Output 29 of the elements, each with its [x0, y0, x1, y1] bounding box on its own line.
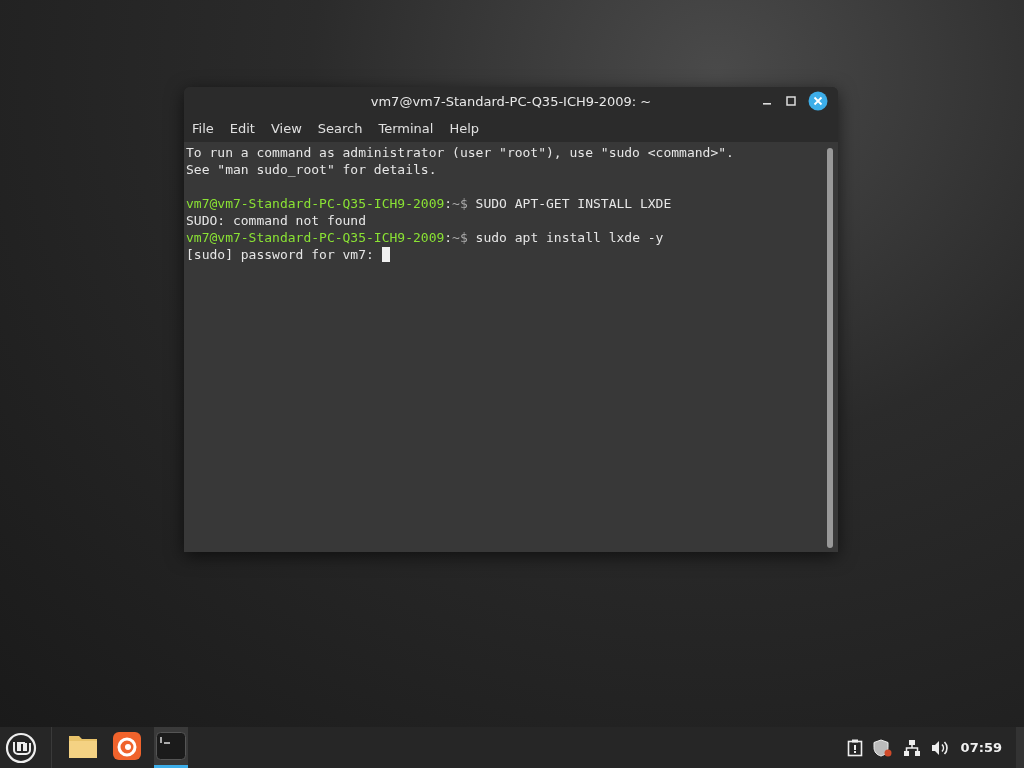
terminal-output: To run a command as administrator (user "root"), use "sudo <command>". — [186, 145, 734, 160]
network-icon[interactable] — [902, 738, 921, 757]
close-icon[interactable] — [808, 91, 828, 111]
prompt-path: ~$ — [452, 196, 468, 211]
terminal-output: See "man sudo_root" for details. — [186, 162, 437, 177]
window-title: vm7@vm7-Standard-PC-Q35-ICH9-2009: ~ — [370, 93, 652, 109]
terminal-icon[interactable] — [154, 727, 188, 768]
terminal-command: SUDO APT-GET INSTALL LXDE — [475, 196, 672, 211]
menu-item[interactable]: Help — [449, 121, 488, 136]
menu-item[interactable]: Terminal — [378, 121, 442, 136]
menu-item[interactable]: Edit — [229, 121, 263, 136]
prompt-user-host: vm7@vm7-Standard-PC-Q35-ICH9-2009 — [186, 196, 445, 211]
menu-icon[interactable] — [5, 731, 37, 764]
prompt-separator: : — [444, 230, 453, 245]
terminal-command: sudo apt install lxde -y — [475, 230, 664, 245]
prompt-separator: : — [444, 196, 453, 211]
terminal-output: [sudo] password for vm7: — [186, 247, 374, 262]
menu-item[interactable]: View — [270, 121, 310, 136]
maximize-icon[interactable] — [784, 94, 798, 108]
menu-item[interactable]: Search — [317, 121, 371, 136]
scrollbar[interactable] — [827, 148, 833, 548]
clipboard-icon[interactable] — [846, 738, 863, 757]
volume-icon[interactable] — [930, 739, 949, 756]
clock[interactable]: 07:59 — [960, 740, 1002, 755]
shield-icon[interactable] — [872, 738, 893, 757]
terminal-output: SUDO: command not found — [186, 213, 366, 228]
prompt-user-host: vm7@vm7-Standard-PC-Q35-ICH9-2009 — [186, 230, 445, 245]
menu-item[interactable]: File — [192, 121, 222, 136]
prompt-path: ~$ — [452, 230, 468, 245]
